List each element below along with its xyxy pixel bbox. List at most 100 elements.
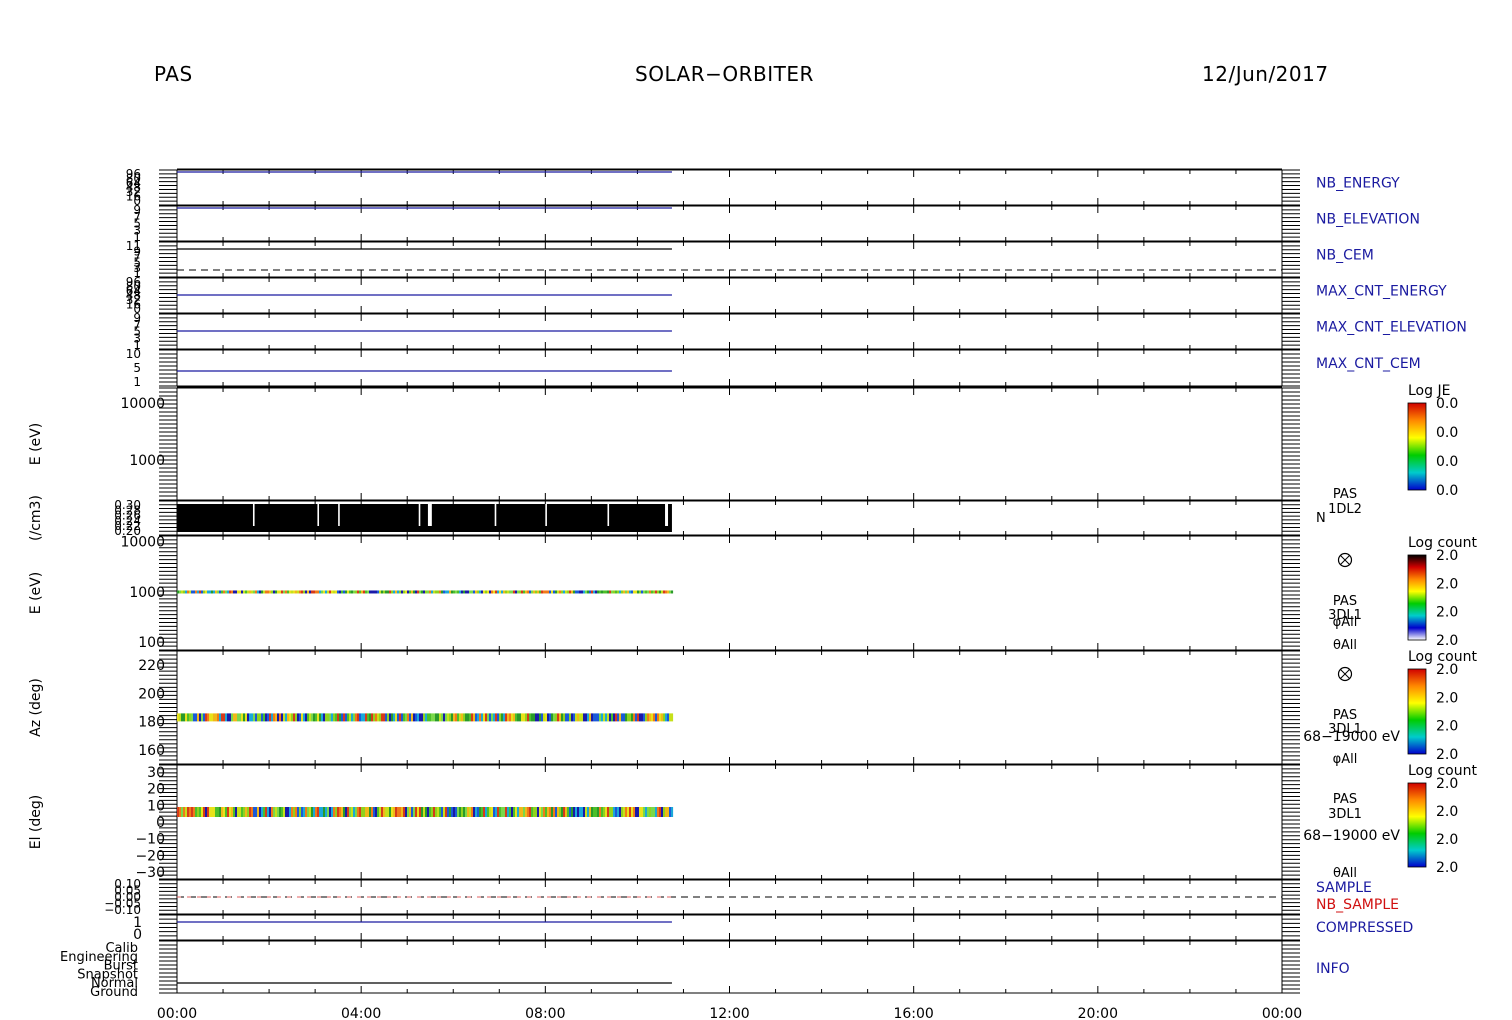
elevation-spectrogram-band-cell xyxy=(271,807,274,817)
energy-spectrogram-band-cell xyxy=(323,590,326,594)
azimuth-spectrogram-band-cell xyxy=(193,713,196,722)
elevation-spectrogram-band-cell xyxy=(223,807,226,817)
energy-spectrogram-band-cell xyxy=(299,590,302,594)
azimuth-spectrogram-band-cell xyxy=(353,713,356,722)
energy-spectrogram-band-cell xyxy=(223,590,226,594)
azimuth-spectrogram-band-cell xyxy=(371,713,374,722)
elevation-spectrogram-band-cell xyxy=(305,807,308,817)
energy-spectrogram-tick-label: 1000 xyxy=(129,585,165,601)
elevation-spectrogram-band-cell xyxy=(253,807,256,817)
azimuth-spectrogram-band-cell xyxy=(437,713,440,722)
elevation-spectrogram-band-cell xyxy=(375,807,378,817)
azimuth-spectrogram-band-cell xyxy=(421,713,424,722)
elevation-spectrogram-band-cell xyxy=(287,807,290,817)
energy-spectrogram-band-cell xyxy=(273,590,276,594)
energy-spectrogram-band-cell xyxy=(303,590,306,594)
energy-spectrogram-band-cell xyxy=(413,590,416,594)
energy-spectrogram-band-cell xyxy=(351,590,354,594)
energy-spectrogram-band-cell xyxy=(247,590,250,594)
energy-spectrogram-band-cell xyxy=(511,590,514,594)
elevation-spectrogram-tick-label: 30 xyxy=(147,765,165,781)
elevation-spectrogram-band-cell xyxy=(613,807,616,817)
elevation-spectrogram-band-cell xyxy=(193,807,196,817)
azimuth-spectrogram-band-cell xyxy=(597,713,600,722)
energy-spectrogram-band-cell xyxy=(485,590,488,594)
azimuth-spectrogram-band-cell xyxy=(489,713,492,722)
energy-spectrogram-band-cell xyxy=(191,590,194,594)
energy-spectrogram-band-cell xyxy=(517,590,520,594)
azimuth-spectrogram-band-cell xyxy=(407,713,410,722)
elevation-spectrogram-band-cell xyxy=(295,807,298,817)
azimuth-spectrogram-band-cell xyxy=(207,713,210,722)
azimuth-spectrogram-band-cell xyxy=(621,713,624,722)
info-right-label: INFO xyxy=(1316,961,1350,977)
energy-spectrogram-band-cell xyxy=(201,590,204,594)
energy-spectrogram-band-cell xyxy=(569,590,572,594)
elevation-spectrogram-band-cell xyxy=(391,807,394,817)
energy-spectrogram-band-cell xyxy=(497,590,500,594)
elevation-spectrogram-band-cell xyxy=(195,807,198,817)
energy-spectrogram-band-cell xyxy=(221,590,224,594)
elevation-spectrogram-band-cell xyxy=(327,807,330,817)
azimuth-spectrogram-band-cell xyxy=(281,713,284,722)
elevation-spectrogram-band-cell xyxy=(307,807,310,817)
azimuth-spectrogram-band-cell xyxy=(649,713,652,722)
elevation-spectrogram-band-cell xyxy=(573,807,576,817)
energy-spectrogram-band-cell xyxy=(443,590,446,594)
energy-spectrogram-band-cell xyxy=(361,590,364,594)
azimuth-spectrogram-band-cell xyxy=(301,713,304,722)
energy-spectrogram-band-cell xyxy=(523,590,526,594)
azimuth-spectrogram-band-cell xyxy=(523,713,526,722)
elevation-spectrogram-band-cell xyxy=(251,807,254,817)
elevation-spectrogram-band-cell xyxy=(625,807,628,817)
energy-spectrogram-band-cell xyxy=(333,590,336,594)
energy-spectrogram-band-cell xyxy=(575,590,578,594)
energy-spectrogram-band-cell xyxy=(603,590,606,594)
elevation-spectrogram-band-cell xyxy=(473,807,476,817)
elevation-spectrogram-colorbar-tick-label: 2.0 xyxy=(1436,832,1458,848)
density-data-gap xyxy=(418,504,421,526)
energy-spectrogram-band-cell xyxy=(487,590,490,594)
elevation-spectrogram-band-cell xyxy=(661,807,664,817)
azimuth-spectrogram-band-cell xyxy=(503,713,506,722)
energy-spectrogram-band-cell xyxy=(561,590,564,594)
elevation-spectrogram-band-cell xyxy=(537,807,540,817)
azimuth-spectrogram-band-cell xyxy=(405,713,408,722)
energy-spectrogram-band-cell xyxy=(467,590,470,594)
energy-spectrogram-band-cell xyxy=(199,590,202,594)
azimuth-spectrogram-band-cell xyxy=(477,713,480,722)
elevation-spectrogram-band-cell xyxy=(293,807,296,817)
elevation-spectrogram-band-cell xyxy=(261,807,264,817)
elevation-spectrogram-band-cell xyxy=(493,807,496,817)
elevation-spectrogram-band-cell xyxy=(191,807,194,817)
x-axis-tick-label: 20:00 xyxy=(1078,1006,1118,1020)
azimuth-spectrogram-band-cell xyxy=(223,713,226,722)
energy-spectrogram-band-cell xyxy=(493,590,496,594)
energy-spectrogram-band-cell xyxy=(189,590,192,594)
elevation-spectrogram-band-cell xyxy=(347,807,350,817)
energy-spectrogram-band-cell xyxy=(249,590,252,594)
energy-spectrogram-band-cell xyxy=(643,590,646,594)
azimuth-spectrogram-band-cell xyxy=(333,713,336,722)
energy-spectrogram-band-cell xyxy=(283,590,286,594)
azimuth-spectrogram-band-cell xyxy=(551,713,554,722)
energy-spectrogram-band-cell xyxy=(453,590,456,594)
azimuth-spectrogram-band-cell xyxy=(241,713,244,722)
energy-spectrogram-band-cell xyxy=(207,590,210,594)
energy-spectrogram-band-cell xyxy=(637,590,640,594)
energy-spectrogram-band-cell xyxy=(567,590,570,594)
azimuth-spectrogram-band-cell xyxy=(397,713,400,722)
energy-spectrogram-band-cell xyxy=(205,590,208,594)
elevation-spectrogram-band-cell xyxy=(599,807,602,817)
azimuth-spectrogram-band-cell xyxy=(671,713,674,722)
azimuth-spectrogram-band-cell xyxy=(667,713,670,722)
elevation-spectrogram-annotation: θAll xyxy=(1333,866,1357,881)
azimuth-spectrogram-band-cell xyxy=(491,713,494,722)
elevation-spectrogram-band-cell xyxy=(655,807,658,817)
azimuth-spectrogram-band-cell xyxy=(429,713,432,722)
azimuth-spectrogram-band-cell xyxy=(661,713,664,722)
energy-spectrogram-band-cell xyxy=(565,590,568,594)
elevation-spectrogram-band-cell xyxy=(333,807,336,817)
azimuth-spectrogram-band-cell xyxy=(555,713,558,722)
azimuth-spectrogram-band-cell xyxy=(191,713,194,722)
